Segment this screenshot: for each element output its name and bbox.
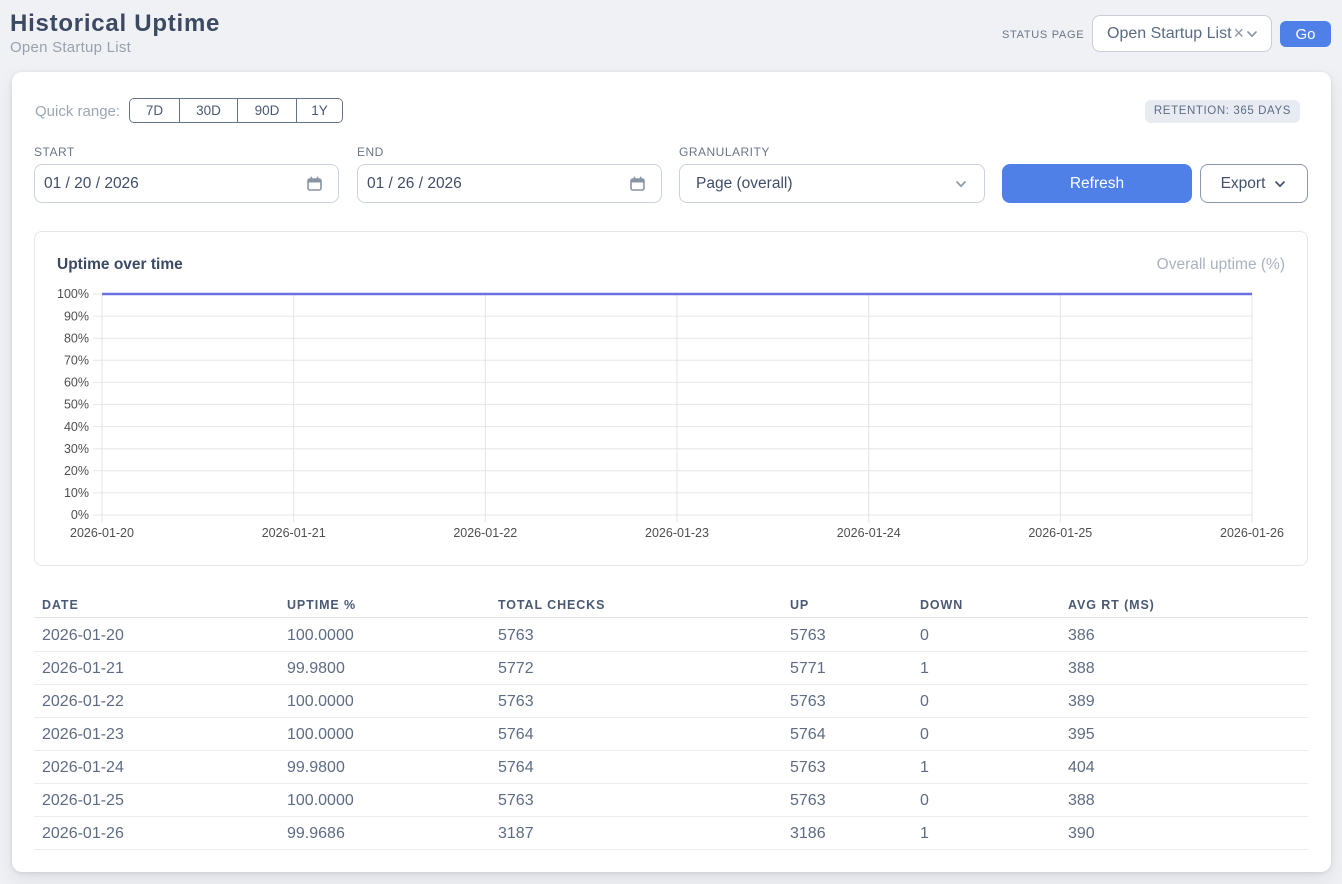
svg-text:10%: 10%: [64, 486, 89, 500]
svg-text:2026-01-22: 2026-01-22: [453, 526, 517, 540]
svg-text:50%: 50%: [64, 398, 89, 412]
svg-text:70%: 70%: [64, 354, 89, 368]
svg-text:0%: 0%: [71, 508, 89, 522]
svg-text:30%: 30%: [64, 442, 89, 456]
svg-text:80%: 80%: [64, 331, 89, 345]
svg-text:2026-01-21: 2026-01-21: [262, 526, 326, 540]
svg-text:2026-01-23: 2026-01-23: [645, 526, 709, 540]
svg-text:20%: 20%: [64, 464, 89, 478]
svg-text:100%: 100%: [57, 287, 89, 301]
svg-text:60%: 60%: [64, 376, 89, 390]
svg-text:2026-01-25: 2026-01-25: [1028, 526, 1092, 540]
svg-text:40%: 40%: [64, 420, 89, 434]
svg-text:90%: 90%: [64, 309, 89, 323]
svg-text:2026-01-26: 2026-01-26: [1220, 526, 1284, 540]
svg-text:2026-01-24: 2026-01-24: [837, 526, 901, 540]
svg-text:2026-01-20: 2026-01-20: [70, 526, 134, 540]
